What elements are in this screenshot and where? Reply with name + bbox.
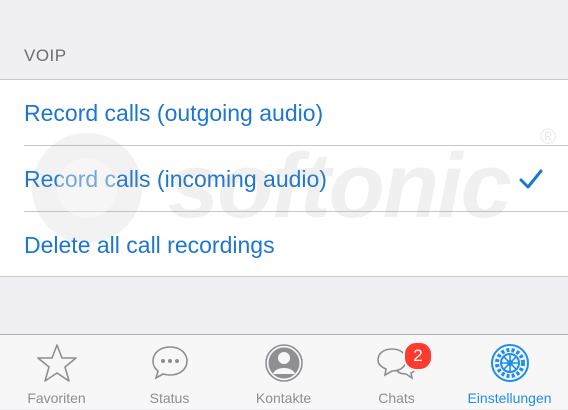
option-label: Record calls (outgoing audio): [24, 99, 324, 126]
option-record-incoming[interactable]: Record calls (incoming audio): [0, 146, 568, 212]
tab-label: Einstellungen: [467, 390, 552, 406]
option-delete-recordings[interactable]: Delete all call recordings: [0, 212, 568, 278]
section-header-voip: VOIP: [24, 46, 67, 65]
tab-label: Status: [149, 390, 190, 406]
star-icon: [36, 344, 77, 382]
tab-favoriten[interactable]: Favoriten: [0, 335, 113, 410]
tab-status[interactable]: Status: [113, 335, 226, 410]
tab-kontakte[interactable]: Kontakte: [227, 335, 340, 410]
unread-badge: 2: [403, 341, 433, 371]
tab-bar: Favoriten Status Kontakte 2 Chats Einste…: [0, 334, 568, 409]
contact-silhouette-icon: [264, 344, 303, 382]
tab-label: Chats: [378, 390, 415, 406]
option-label: Record calls (incoming audio): [24, 165, 327, 192]
gear-icon: [490, 344, 529, 382]
option-label: Delete all call recordings: [24, 231, 275, 258]
tab-label: Kontakte: [255, 390, 312, 406]
speech-bubble-dots-icon: [151, 346, 188, 380]
checkmark-icon: [519, 169, 543, 189]
tab-chats[interactable]: 2 Chats: [340, 335, 453, 410]
tab-einstellungen[interactable]: Einstellungen: [453, 335, 566, 410]
option-record-outgoing[interactable]: Record calls (outgoing audio): [0, 80, 568, 146]
tab-label: Favoriten: [27, 390, 86, 406]
voip-options-group: Record calls (outgoing audio) Record cal…: [0, 79, 568, 277]
